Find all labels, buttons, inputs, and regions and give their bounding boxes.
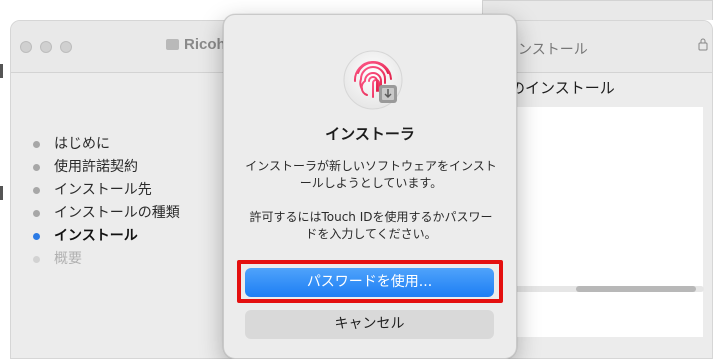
step-label: インストール: [54, 228, 138, 244]
lock-icon: [698, 38, 708, 51]
close-window-button[interactable]: [20, 41, 32, 53]
step-destination: インストール先: [31, 179, 180, 202]
step-dot: [33, 187, 40, 194]
step-label: インストールの種類: [54, 205, 180, 221]
install-progress-bar: [508, 286, 704, 292]
touch-id-fingerprint-icon: [343, 50, 403, 110]
dialog-prompt: 許可するにはTouch IDを使用するかパスワードを入力してください。: [249, 210, 493, 241]
step-license: 使用許諾契約: [31, 156, 180, 179]
installer-content-panel: [507, 107, 704, 337]
installer-content-heading: のインストール: [510, 79, 615, 97]
background-window-secondary: [482, 0, 713, 20]
step-dot: [33, 256, 40, 263]
installer-steps-list: はじめに 使用許諾契約 インストール先 インストールの種類 インストール 概要: [31, 133, 180, 271]
cancel-button[interactable]: キャンセル: [245, 310, 494, 339]
installer-title-right: ンストール: [518, 42, 588, 58]
install-progress-fill: [576, 286, 696, 292]
use-password-button[interactable]: パスワードを使用...: [245, 268, 494, 297]
offscreen-window-edge: [0, 64, 3, 78]
step-installation: インストール: [31, 225, 180, 248]
step-summary: 概要: [31, 248, 180, 271]
step-installation-type: インストールの種類: [31, 202, 180, 225]
step-label: はじめに: [54, 136, 110, 152]
package-icon: [166, 39, 179, 50]
step-label: インストール先: [54, 182, 152, 198]
touch-id-dialog: インストーラ インストーラが新しいソフトウェアをインストールしようとしています。…: [223, 14, 517, 359]
dialog-message: インストーラが新しいソフトウェアをインストールしようとしています。: [245, 159, 497, 190]
installer-badge-icon: [379, 85, 397, 103]
step-dot-active: [33, 233, 40, 240]
step-label: 概要: [54, 251, 82, 267]
step-dot: [33, 164, 40, 171]
step-dot: [33, 141, 40, 148]
step-dot: [33, 210, 40, 217]
offscreen-window-edge: [0, 186, 3, 200]
step-label: 使用許諾契約: [54, 159, 138, 175]
step-introduction: はじめに: [31, 133, 180, 156]
dialog-title: インストーラ: [325, 125, 415, 143]
minimize-window-button[interactable]: [40, 41, 52, 53]
zoom-window-button[interactable]: [60, 41, 72, 53]
